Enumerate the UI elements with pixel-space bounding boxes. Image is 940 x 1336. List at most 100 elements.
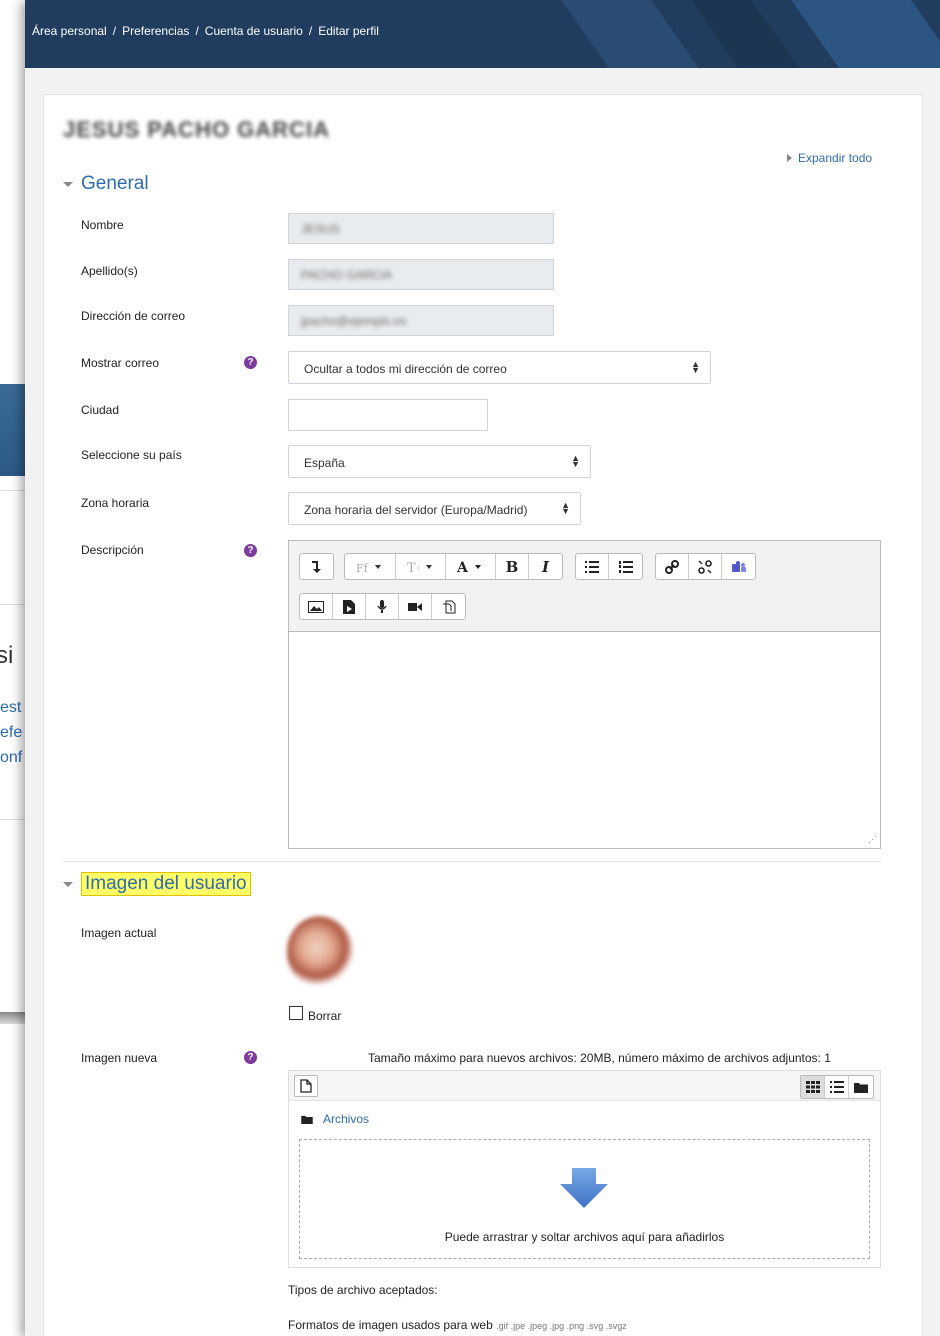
nombre-field: JESUS: [288, 213, 554, 244]
drop-zone[interactable]: Puede arrastrar y soltar archivos aquí p…: [299, 1139, 870, 1259]
ordered-list-icon[interactable]: [609, 554, 642, 579]
svg-text:T: T: [407, 561, 416, 574]
apellidos-label: Apellido(s): [81, 264, 138, 278]
unlink-icon[interactable]: [689, 554, 722, 579]
descripcion-label: Descripción: [81, 543, 144, 557]
manage-files-icon[interactable]: [432, 594, 465, 619]
pais-select[interactable]: España ▲ ▼: [288, 445, 591, 478]
font-color-icon[interactable]: A: [446, 554, 496, 579]
resize-grip-icon[interactable]: ⋰: [868, 834, 877, 845]
section-general-header[interactable]: General: [63, 173, 149, 195]
mostrar-correo-value: Ocultar a todos mi dirección de correo: [304, 362, 507, 376]
imagen-nueva-label: Imagen nueva: [81, 1051, 158, 1065]
background-link: onf: [0, 749, 23, 766]
section-general-title: General: [81, 173, 149, 194]
folder-view-icon[interactable]: [849, 1076, 873, 1098]
folder-breadcrumb: Archivos: [301, 1112, 369, 1126]
record-video-icon[interactable]: [399, 594, 432, 619]
apellidos-value: PACHO GARCIA: [301, 268, 393, 282]
svg-text:A: A: [456, 560, 469, 574]
file-picker-toolbar: [289, 1071, 880, 1101]
image-icon[interactable]: [300, 594, 333, 619]
formats-label: Formatos de imagen usados para web: [288, 1318, 493, 1332]
borrar-checkbox[interactable]: [289, 1006, 303, 1020]
drop-arrow-icon: [560, 1168, 608, 1208]
breadcrumb-item-editar-perfil: Editar perfil: [318, 24, 379, 38]
expand-icon: [787, 154, 792, 162]
imagen-actual-label: Imagen actual: [81, 926, 157, 940]
font-size-icon: T ↕: [396, 554, 446, 579]
toolbar-group-collapse: [299, 553, 334, 580]
folder-link[interactable]: Archivos: [323, 1112, 369, 1126]
mostrar-correo-select[interactable]: Ocultar a todos mi dirección de correo ▲…: [288, 351, 711, 384]
pais-label: Seleccione su país: [81, 448, 182, 462]
page-header: Área personal / Preferencias / Cuenta de…: [25, 0, 940, 68]
view-switcher: [800, 1075, 874, 1099]
zona-horaria-label: Zona horaria: [81, 496, 150, 510]
section-divider: [63, 861, 881, 862]
background-title: si: [0, 642, 14, 669]
mostrar-correo-label: Mostrar correo: [81, 356, 160, 370]
teams-icon[interactable]: [722, 554, 755, 579]
correo-label: Dirección de correo: [81, 309, 186, 323]
correo-value: jpacho@ejemplo.es: [301, 314, 407, 328]
select-arrows-icon: ▲ ▼: [571, 453, 580, 469]
breadcrumb-item-cuenta-usuario[interactable]: Cuenta de usuario: [205, 24, 303, 38]
drop-zone-text: Puede arrastrar y soltar archivos aquí p…: [444, 1230, 725, 1244]
grid-view-icon[interactable]: [801, 1076, 825, 1098]
breadcrumb-separator: /: [308, 24, 313, 38]
expand-all-link[interactable]: Expandir todo: [787, 151, 872, 165]
background-link: est: [0, 699, 22, 716]
help-icon[interactable]: ?: [244, 1051, 257, 1064]
borrar-label[interactable]: Borrar: [308, 1009, 341, 1023]
description-textarea[interactable]: ⋰: [289, 633, 880, 848]
toolbar-group-media: [299, 593, 466, 620]
ciudad-label: Ciudad: [81, 403, 120, 417]
media-icon[interactable]: [333, 594, 366, 619]
apellidos-field: PACHO GARCIA: [288, 259, 554, 290]
collapse-icon: [63, 881, 73, 887]
breadcrumb: Área personal / Preferencias / Cuenta de…: [32, 24, 379, 38]
list-view-icon[interactable]: [825, 1076, 849, 1098]
collapse-toolbar-icon[interactable]: [300, 554, 333, 579]
toolbar-group-links: [655, 553, 756, 580]
font-family-icon: Ff: [345, 554, 396, 579]
breadcrumb-item-preferencias[interactable]: Preferencias: [122, 24, 189, 38]
editor-toolbar: Ff T ↕ A B I: [289, 541, 880, 632]
bold-icon[interactable]: B: [496, 554, 529, 579]
zona-horaria-select[interactable]: Zona horaria del servidor (Europa/Madrid…: [288, 492, 581, 525]
folder-icon: [301, 1115, 313, 1124]
expand-all-label: Expandir todo: [798, 151, 873, 165]
nombre-label: Nombre: [81, 218, 124, 232]
page-title: JESUS PACHO GARCIA: [63, 117, 330, 142]
help-icon[interactable]: ?: [244, 544, 257, 557]
nombre-value: JESUS: [301, 222, 340, 236]
accepted-formats: Formatos de imagen usados para web .gif …: [288, 1318, 627, 1332]
formats-extensions: .gif .jpe .jpeg .jpg .png .svg .svgz: [496, 1321, 627, 1331]
select-arrows-icon: ▲ ▼: [561, 500, 570, 516]
breadcrumb-separator: /: [195, 24, 199, 38]
toolbar-group-style: Ff T ↕ A B I: [344, 553, 563, 580]
add-file-button[interactable]: [294, 1075, 318, 1097]
section-user-image-title: Imagen del usuario: [81, 872, 251, 896]
link-icon[interactable]: [656, 554, 689, 579]
svg-text:↕: ↕: [417, 565, 421, 572]
description-editor: Ff T ↕ A B I ⋰: [288, 540, 881, 849]
collapse-icon: [63, 181, 73, 187]
section-user-image-header[interactable]: Imagen del usuario: [63, 872, 251, 896]
breadcrumb-separator: /: [112, 24, 117, 38]
max-size-info: Tamaño máximo para nuevos archivos: 20MB…: [368, 1051, 831, 1065]
unordered-list-icon[interactable]: [576, 554, 609, 579]
help-icon[interactable]: ?: [244, 356, 257, 369]
pais-value: España: [304, 456, 345, 470]
correo-field: jpacho@ejemplo.es: [288, 305, 554, 336]
toolbar-group-lists: [575, 553, 643, 580]
svg-text:Ff: Ff: [356, 562, 369, 573]
file-picker: Archivos Puede arrastrar y soltar archiv…: [288, 1070, 881, 1268]
breadcrumb-item-area-personal[interactable]: Área personal: [32, 24, 107, 38]
accepted-types-label: Tipos de archivo aceptados:: [288, 1283, 438, 1297]
ciudad-input[interactable]: [288, 399, 488, 431]
record-audio-icon[interactable]: [366, 594, 399, 619]
zona-horaria-value: Zona horaria del servidor (Europa/Madrid…: [304, 503, 528, 517]
italic-icon[interactable]: I: [529, 554, 562, 579]
